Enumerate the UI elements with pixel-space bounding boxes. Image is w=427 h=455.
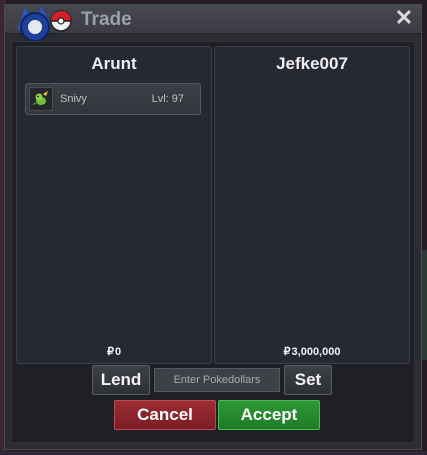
my-player-name: Arunt <box>91 54 137 73</box>
pokeball-logo-icon <box>17 5 72 42</box>
close-icon[interactable]: ✕ <box>393 7 415 29</box>
pokedollar-icon: ₽ <box>106 346 114 358</box>
window-title: Trade <box>81 9 132 30</box>
trade-window: Trade ✕ Arunt Snivy Lvl: 97 ₽0 Jefke007 … <box>4 4 422 450</box>
partner-player-name: Jefke007 <box>276 54 348 73</box>
pokemon-name: Snivy <box>60 93 87 105</box>
pokedollar-input[interactable] <box>154 368 280 392</box>
my-money-value: 0 <box>114 346 122 358</box>
pokedollar-icon: ₽ <box>283 346 291 358</box>
pokemon-level: Lvl: 97 <box>151 93 184 105</box>
partner-money-value: 3,000,000 <box>291 346 341 358</box>
partner-money-offer: ₽3,000,000 <box>215 345 409 358</box>
lend-button[interactable]: Lend <box>92 365 150 395</box>
snivy-sprite-icon <box>29 87 53 111</box>
accept-button[interactable]: Accept <box>218 400 320 430</box>
my-offer-panel: Arunt Snivy Lvl: 97 ₽0 <box>16 46 212 364</box>
cancel-button[interactable]: Cancel <box>114 400 216 430</box>
offered-pokemon-item[interactable]: Snivy Lvl: 97 <box>25 83 201 115</box>
partner-offer-panel: Jefke007 ₽3,000,000 <box>214 46 410 364</box>
trade-content: Arunt Snivy Lvl: 97 ₽0 Jefke007 ₽3,000,0… <box>11 41 415 443</box>
my-money-offer: ₽0 <box>17 345 211 358</box>
set-money-button[interactable]: Set <box>284 365 332 395</box>
background-bottom-edge <box>0 451 427 455</box>
